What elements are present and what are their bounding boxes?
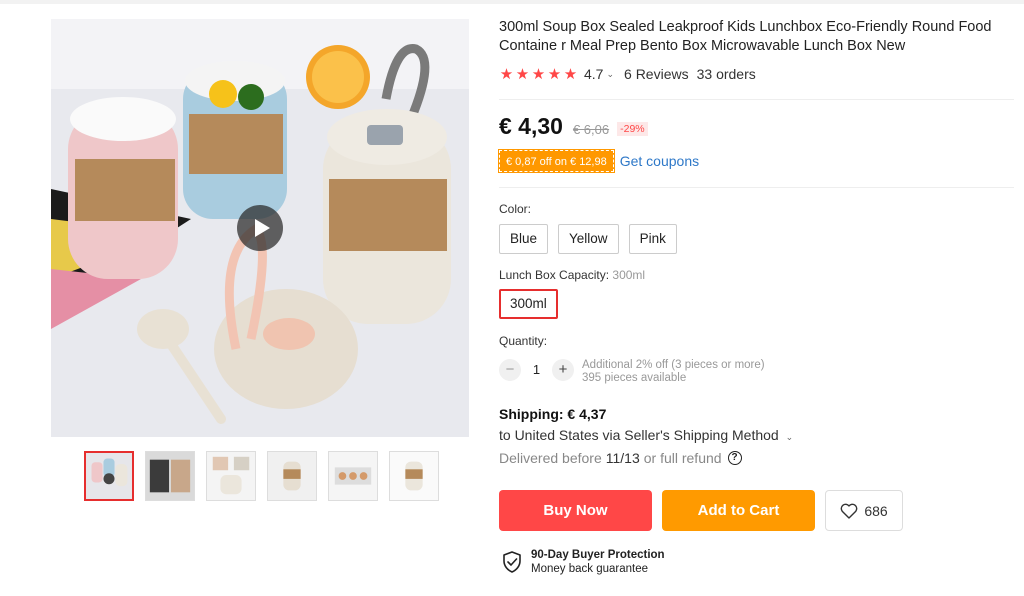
discount-badge: -29% [617, 122, 648, 136]
chevron-down-icon[interactable]: ⌄ [606, 69, 614, 80]
action-buttons: Buy Now Add to Cart 686 [499, 490, 903, 531]
delivery-suffix: or full refund [643, 450, 722, 466]
buy-now-button[interactable]: Buy Now [499, 490, 652, 531]
delivery-date: 11/13 [605, 450, 640, 466]
wishlist-button[interactable]: 686 [825, 490, 903, 531]
buyer-protection-title: 90-Day Buyer Protection [531, 549, 665, 561]
star-icon: ★ [531, 66, 546, 83]
get-coupons-link[interactable]: Get coupons [620, 153, 699, 169]
divider [499, 99, 1014, 100]
quantity-label: Quantity: [499, 334, 548, 348]
thumbnail-1[interactable] [84, 451, 134, 501]
capacity-label: Lunch Box Capacity: 300ml [499, 268, 645, 282]
product-info: 300ml Soup Box Sealed Leakproof Kids Lun… [499, 18, 1014, 84]
shipping-method[interactable]: to United States via Seller's Shipping M… [499, 427, 793, 443]
price-row: € 4,30 € 6,06 -29% [499, 113, 648, 140]
coupon-tag[interactable]: € 0,87 off on € 12,98 [498, 149, 615, 173]
orders-count: 33 orders [696, 66, 756, 82]
buyer-protection-subtitle: Money back guarantee [531, 563, 648, 575]
rating-row: ★ ★ ★ ★ ★ 4.7 ⌄ 6 Reviews 33 orders [499, 64, 1014, 84]
color-option-yellow[interactable]: Yellow [558, 224, 619, 254]
quantity-input[interactable]: 1 [521, 359, 552, 381]
current-price: € 4,30 [499, 113, 563, 139]
color-label: Color: [499, 202, 532, 216]
delivery-estimate: Delivered before 11/13 or full refund ? [499, 450, 742, 466]
thumbnail-6[interactable] [389, 451, 439, 501]
thumbnail-3[interactable] [206, 451, 256, 501]
original-price: € 6,06 [572, 122, 610, 137]
chevron-down-icon[interactable]: ⌄ [786, 432, 794, 442]
coupon-row: € 0,87 off on € 12,98 Get coupons [498, 149, 699, 173]
thumbnail-strip [84, 451, 439, 501]
capacity-selected-value: 300ml [612, 268, 646, 282]
wishlist-count: 686 [864, 502, 888, 519]
reviews-link[interactable]: 6 Reviews [624, 66, 689, 82]
quantity-stepper: − 1 + Additional 2% off (3 pieces or mor… [499, 359, 765, 385]
bulk-discount-text: Additional 2% off (3 pieces or more) [582, 359, 765, 371]
capacity-label-text: Lunch Box Capacity: [499, 268, 610, 282]
quantity-decrease-button[interactable]: − [499, 359, 521, 381]
buyer-protection: 90-Day Buyer Protection Money back guara… [502, 548, 665, 576]
buyer-protection-text: 90-Day Buyer Protection Money back guara… [531, 548, 665, 576]
star-icon: ★ [515, 66, 530, 83]
heart-icon [840, 503, 858, 519]
product-title: 300ml Soup Box Sealed Leakproof Kids Lun… [499, 19, 992, 54]
rating-stars: ★ ★ ★ ★ ★ [499, 65, 578, 83]
stock-available-text: 395 pieces available [582, 372, 687, 384]
capacity-option-300ml[interactable]: 300ml [499, 289, 558, 319]
color-option-blue[interactable]: Blue [499, 224, 549, 254]
delivery-prefix: Delivered before [499, 450, 602, 466]
question-icon[interactable]: ? [727, 451, 742, 465]
star-icon: ★ [499, 66, 514, 83]
color-options: Blue Yellow Pink [499, 224, 677, 254]
thumbnail-5[interactable] [328, 451, 378, 501]
quantity-info: Additional 2% off (3 pieces or more) 395… [582, 359, 765, 385]
shield-check-icon [503, 551, 521, 573]
thumbnail-4[interactable] [267, 451, 317, 501]
top-divider [0, 0, 1024, 4]
thumbnail-2[interactable] [145, 451, 195, 501]
divider [499, 187, 1014, 188]
quantity-increase-button[interactable]: + [552, 359, 574, 381]
play-video-button[interactable] [237, 205, 283, 251]
rating-value[interactable]: 4.7 [584, 66, 603, 82]
capacity-options: 300ml [499, 289, 558, 319]
shipping-cost: Shipping: € 4,37 [499, 406, 607, 422]
shipping-destination-text[interactable]: to United States via Seller's Shipping M… [499, 427, 779, 443]
star-icon: ★ [547, 66, 562, 83]
color-option-pink[interactable]: Pink [628, 224, 677, 254]
add-to-cart-button[interactable]: Add to Cart [662, 490, 815, 531]
star-icon: ★ [563, 66, 578, 83]
main-product-image[interactable] [51, 19, 469, 437]
